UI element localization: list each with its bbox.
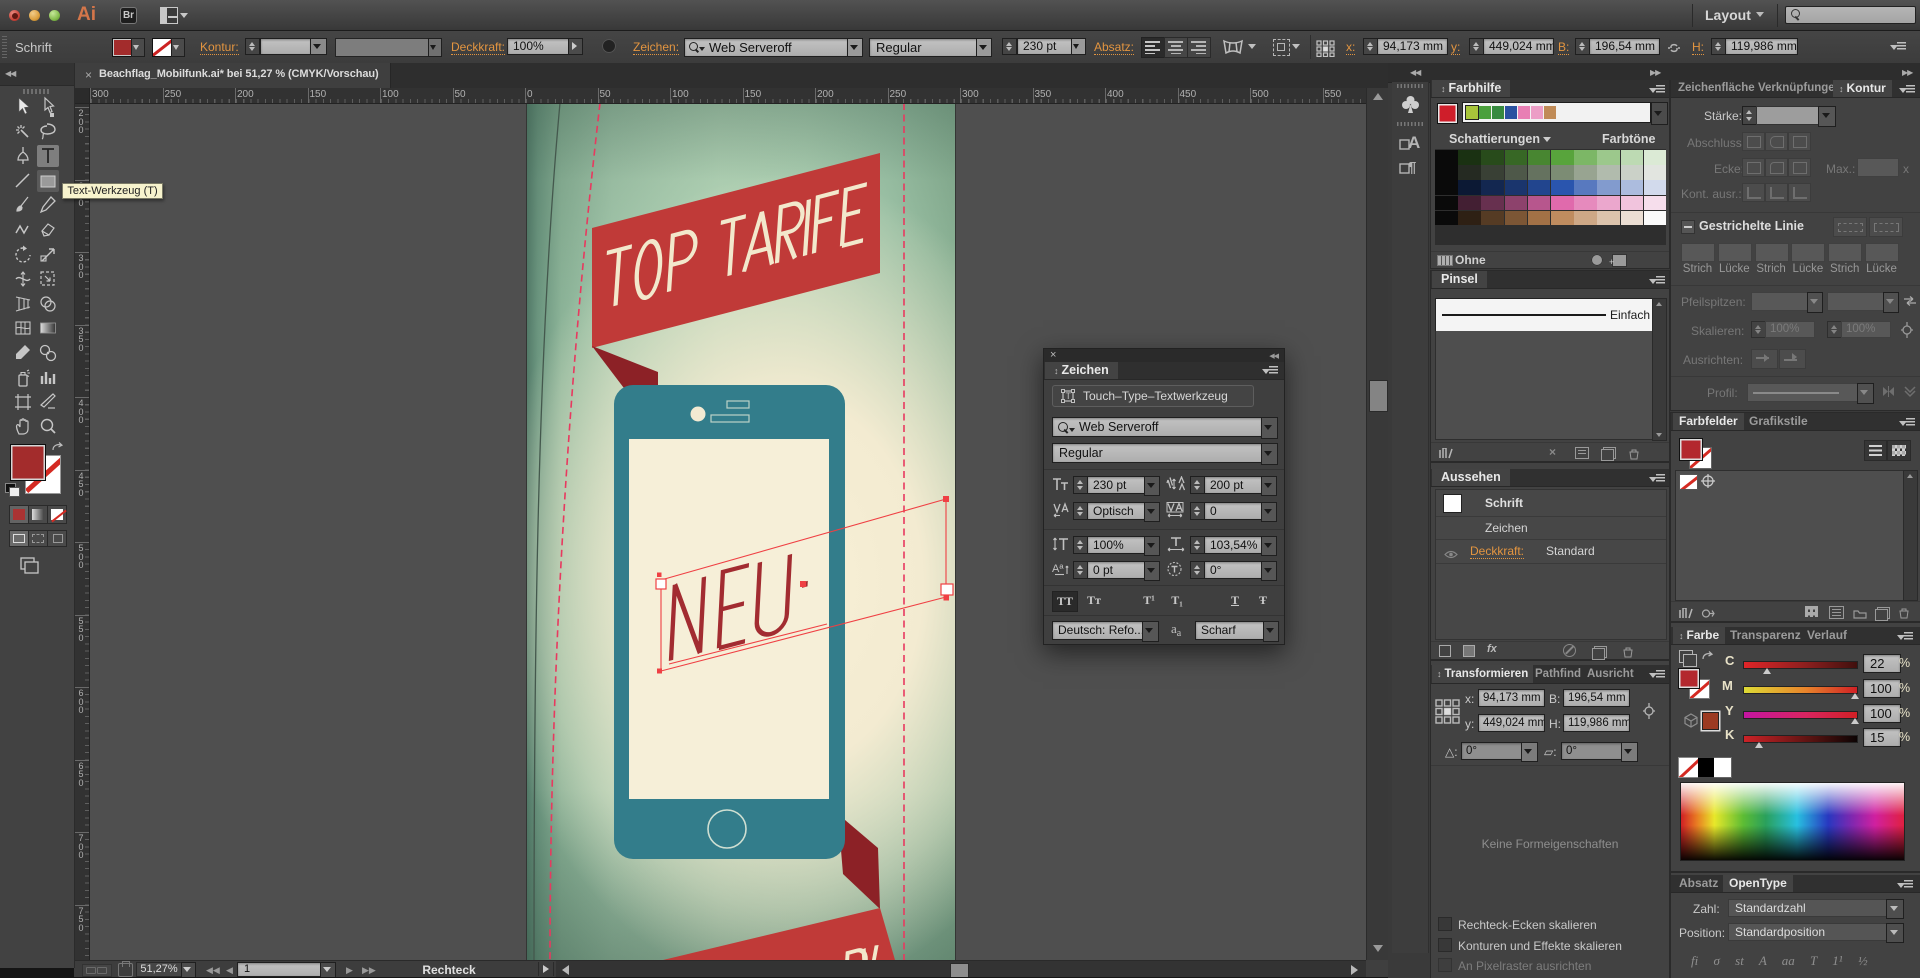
svg-text:Aª: Aª (1052, 563, 1064, 575)
svg-text:A: A (1408, 133, 1420, 152)
svg-text:¶: ¶ (1408, 159, 1416, 176)
svg-text:T: T (1066, 391, 1072, 401)
